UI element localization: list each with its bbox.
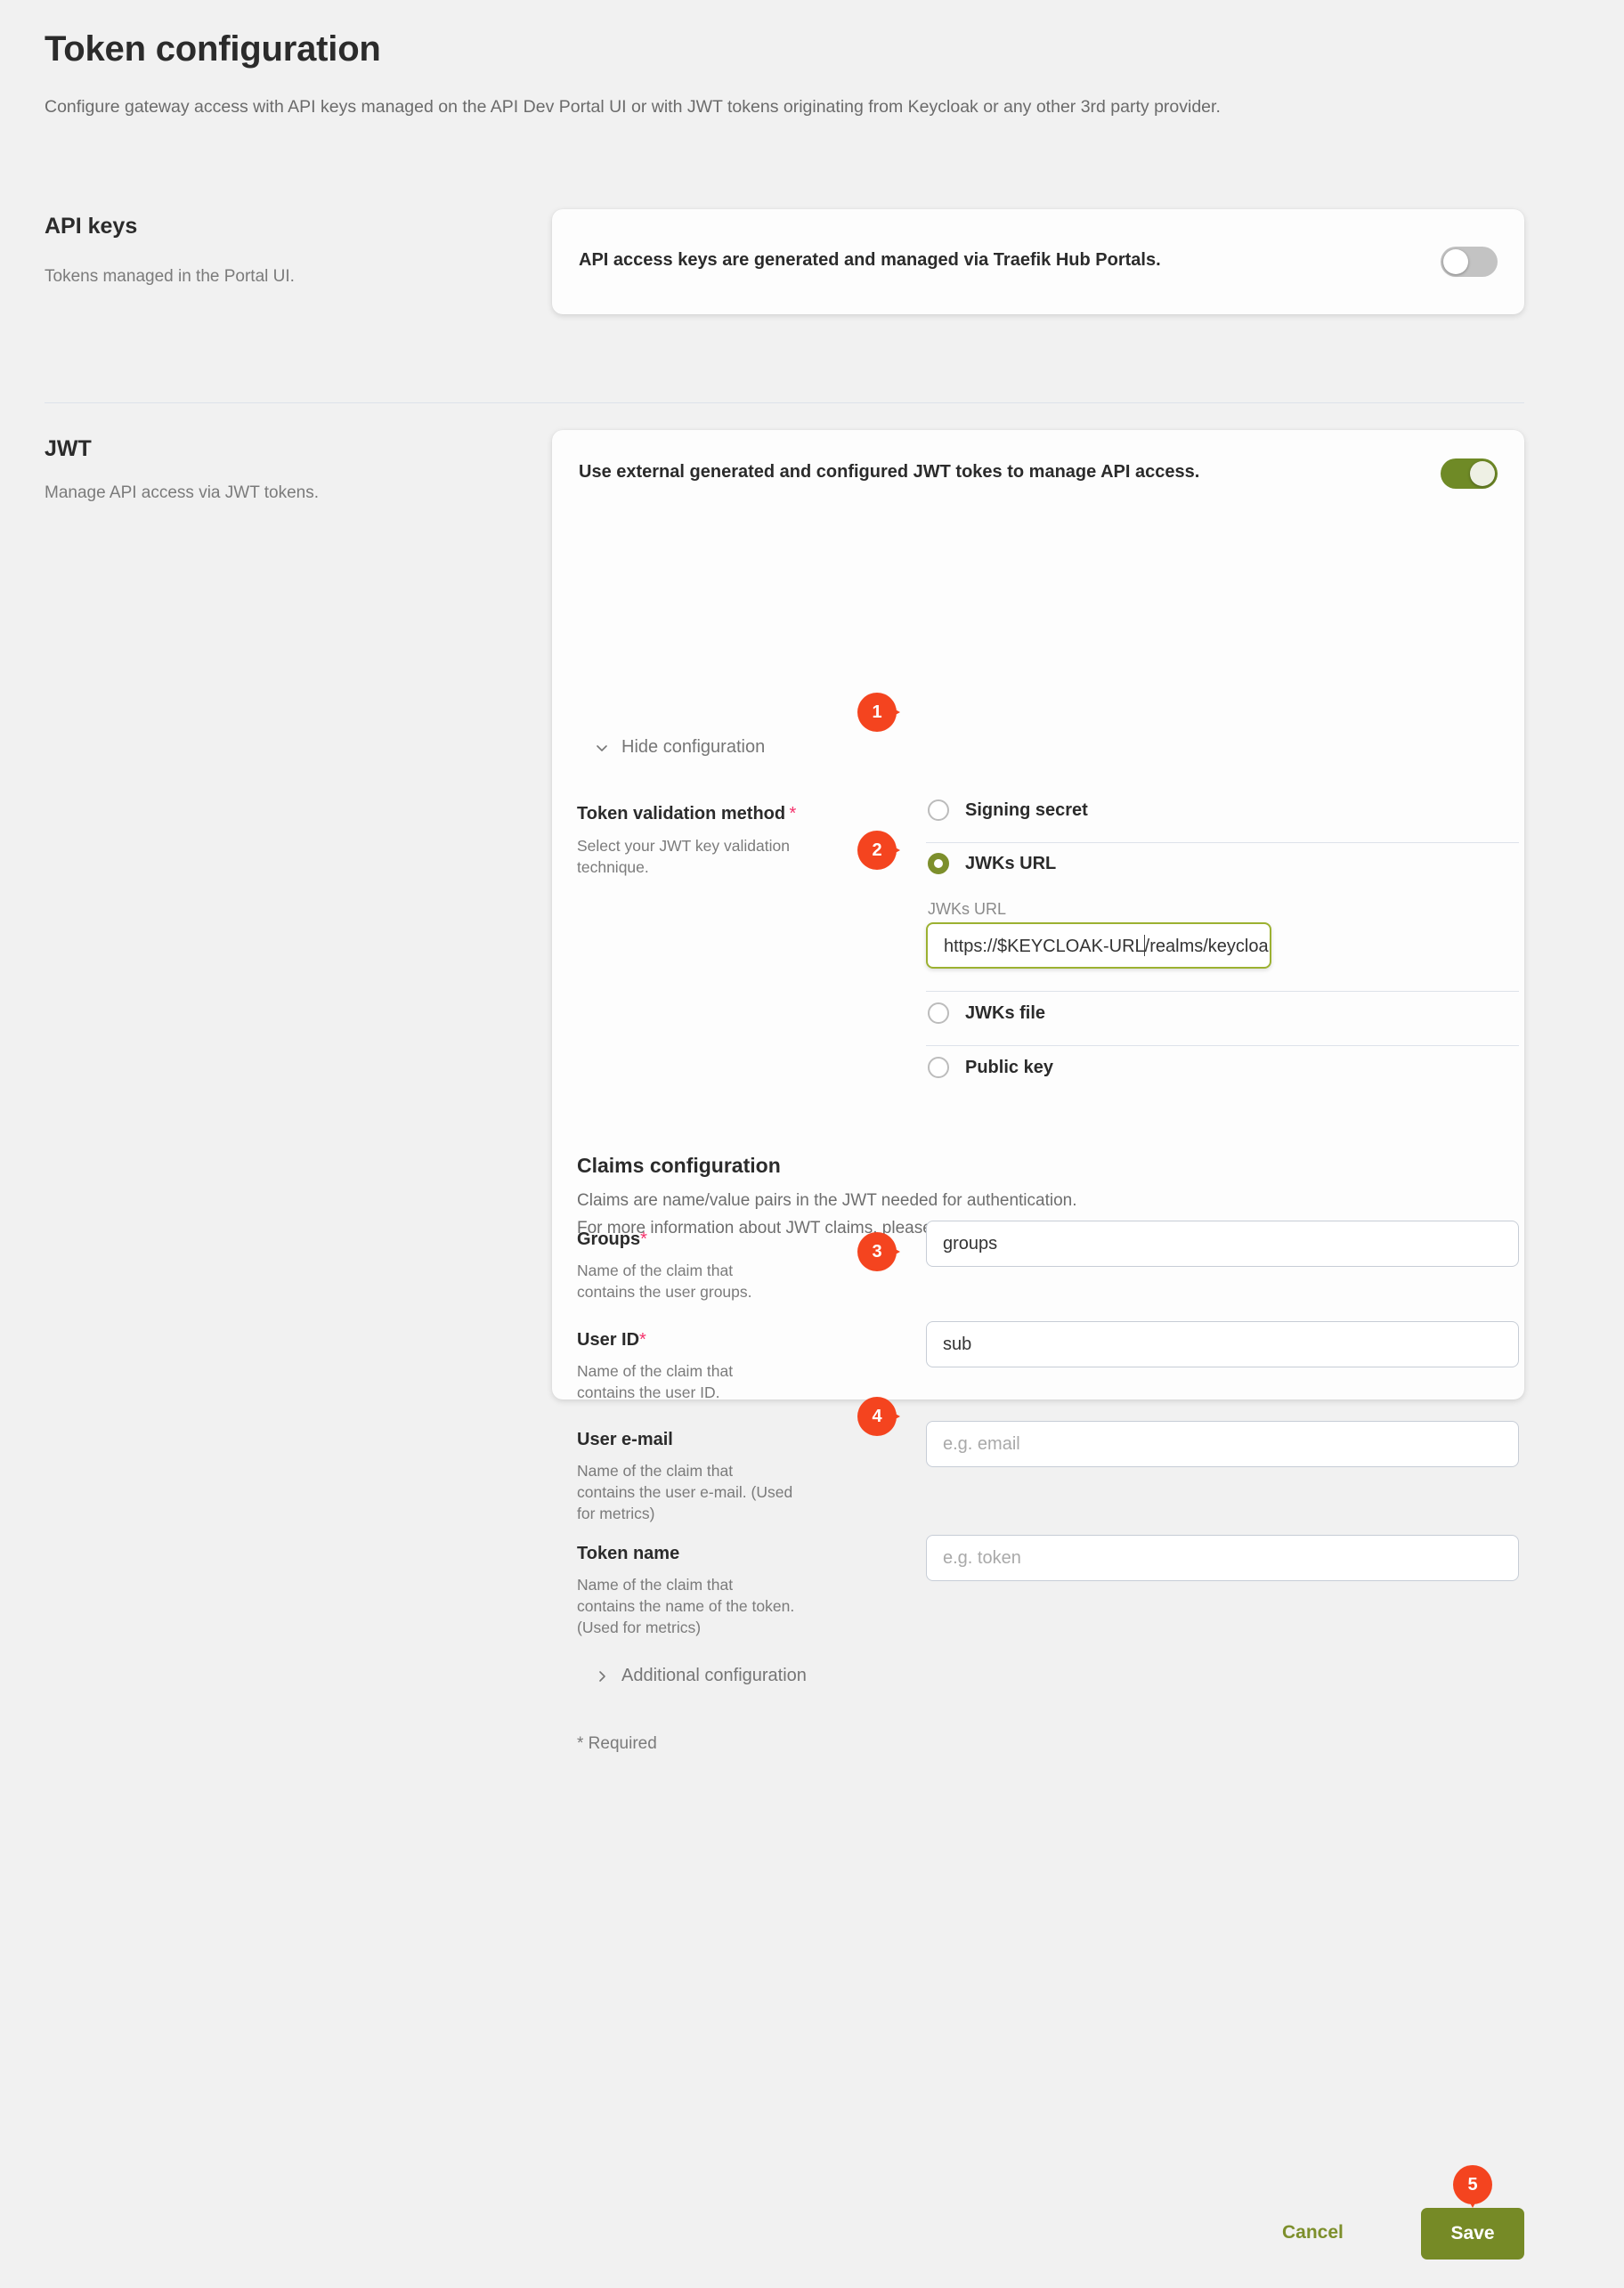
jwt-card-text: Use external generated and configured JW… <box>579 462 1199 483</box>
callout-marker-1: 1 <box>857 693 900 735</box>
radio-label-signing-secret: Signing secret <box>965 800 1088 821</box>
page-subtitle: Configure gateway access with API keys m… <box>45 93 1487 121</box>
radio-option-jwks-file[interactable]: JWKs file <box>928 1002 1045 1024</box>
callout-marker-5: 5 <box>1453 2165 1496 2208</box>
token-name-input-placeholder: e.g. token <box>943 1548 1021 1568</box>
jwks-url-sub-label: JWKs URL <box>928 900 1006 919</box>
user-email-label: User e-mail <box>577 1430 673 1449</box>
required-note: * Required <box>577 1734 657 1754</box>
api-keys-toggle[interactable] <box>1441 247 1498 277</box>
hide-configuration-toggle[interactable]: Hide configuration <box>595 737 765 758</box>
radio-divider-2 <box>926 991 1519 992</box>
callout-number-5: 5 <box>1453 2165 1492 2204</box>
jwks-url-input-value-after: /realms/keycloak-demo <box>1145 937 1271 956</box>
groups-label: Groups <box>577 1229 640 1249</box>
callout-marker-3: 3 <box>857 1232 900 1275</box>
radio-label-public-key: Public key <box>965 1058 1053 1078</box>
user-id-help: Name of the claim that contains the user… <box>577 1360 795 1403</box>
chevron-right-icon <box>595 1669 609 1684</box>
api-keys-section-label: API keys <box>45 214 137 239</box>
token-validation-method-group: Token validation method * <box>577 804 796 824</box>
user-id-input[interactable]: sub <box>926 1321 1519 1367</box>
radio-divider-3 <box>926 1045 1519 1046</box>
claims-description-line1: Claims are name/value pairs in the JWT n… <box>577 1191 1077 1210</box>
radio-option-jwks-url[interactable]: JWKs URL <box>928 853 1056 874</box>
jwt-section-label: JWT <box>45 436 92 462</box>
token-validation-method-help: Select your JWT key validation technique… <box>577 835 795 878</box>
token-validation-method-label: Token validation method <box>577 804 785 824</box>
token-name-label: Token name <box>577 1544 679 1563</box>
radio-label-jwks-url: JWKs URL <box>965 854 1056 874</box>
jwks-url-input[interactable]: https://$KEYCLOAK-URL/realms/keycloak-de… <box>926 922 1271 969</box>
radio-icon-jwks-url <box>928 853 949 874</box>
callout-marker-2: 2 <box>857 831 900 873</box>
callout-number-3: 3 <box>857 1232 897 1271</box>
chevron-down-icon <box>595 741 609 755</box>
api-keys-toggle-knob <box>1443 249 1468 274</box>
token-configuration-page: Token configuration Configure gateway ac… <box>0 0 1624 2288</box>
groups-input-value: groups <box>943 1234 997 1254</box>
user-id-required-mark: * <box>639 1330 646 1350</box>
radio-icon-signing-secret <box>928 799 949 821</box>
page-title: Token configuration <box>45 29 381 69</box>
api-keys-section-description: Tokens managed in the Portal UI. <box>45 264 508 288</box>
callout-number-1: 1 <box>857 693 897 732</box>
claims-configuration-heading: Claims configuration <box>577 1154 781 1178</box>
token-name-field-label-wrap: Token name <box>577 1544 679 1564</box>
token-name-input[interactable]: e.g. token <box>926 1535 1519 1581</box>
user-id-field-label-wrap: User ID* <box>577 1330 646 1351</box>
radio-label-jwks-file: JWKs file <box>965 1003 1045 1024</box>
section-divider <box>45 402 1524 403</box>
user-email-input[interactable]: e.g. email <box>926 1421 1519 1467</box>
callout-number-4: 4 <box>857 1397 897 1436</box>
api-keys-card-text: API access keys are generated and manage… <box>579 250 1161 271</box>
user-email-field-label-wrap: User e-mail <box>577 1430 673 1450</box>
save-button[interactable]: Save <box>1421 2208 1524 2260</box>
groups-input[interactable]: groups <box>926 1221 1519 1267</box>
user-id-input-value: sub <box>943 1335 971 1354</box>
groups-required-mark: * <box>640 1229 647 1249</box>
api-keys-card: API access keys are generated and manage… <box>552 209 1524 314</box>
user-id-label: User ID <box>577 1330 639 1350</box>
callout-number-2: 2 <box>857 831 897 870</box>
radio-option-signing-secret[interactable]: Signing secret <box>928 799 1088 821</box>
additional-configuration-label: Additional configuration <box>621 1666 807 1686</box>
jwks-url-input-value-before: https://$KEYCLOAK-URL <box>944 937 1145 956</box>
radio-divider-1 <box>926 842 1519 843</box>
jwt-card: Use external generated and configured JW… <box>552 430 1524 1400</box>
groups-field-label-wrap: Groups* <box>577 1229 647 1250</box>
jwt-toggle[interactable] <box>1441 458 1498 489</box>
radio-option-public-key[interactable]: Public key <box>928 1057 1053 1078</box>
jwt-toggle-knob <box>1470 461 1495 486</box>
token-validation-required-mark: * <box>790 804 797 824</box>
user-email-input-placeholder: e.g. email <box>943 1434 1020 1454</box>
groups-help: Name of the claim that contains the user… <box>577 1260 795 1302</box>
token-name-help: Name of the claim that contains the name… <box>577 1574 795 1638</box>
additional-configuration-toggle[interactable]: Additional configuration <box>595 1666 807 1686</box>
user-email-help: Name of the claim that contains the user… <box>577 1460 795 1524</box>
hide-configuration-label: Hide configuration <box>621 737 765 758</box>
radio-icon-public-key <box>928 1057 949 1078</box>
callout-marker-4: 4 <box>857 1397 900 1440</box>
jwt-section-description: Manage API access via JWT tokens. <box>45 481 508 505</box>
radio-icon-jwks-file <box>928 1002 949 1024</box>
cancel-button[interactable]: Cancel <box>1282 2222 1344 2243</box>
